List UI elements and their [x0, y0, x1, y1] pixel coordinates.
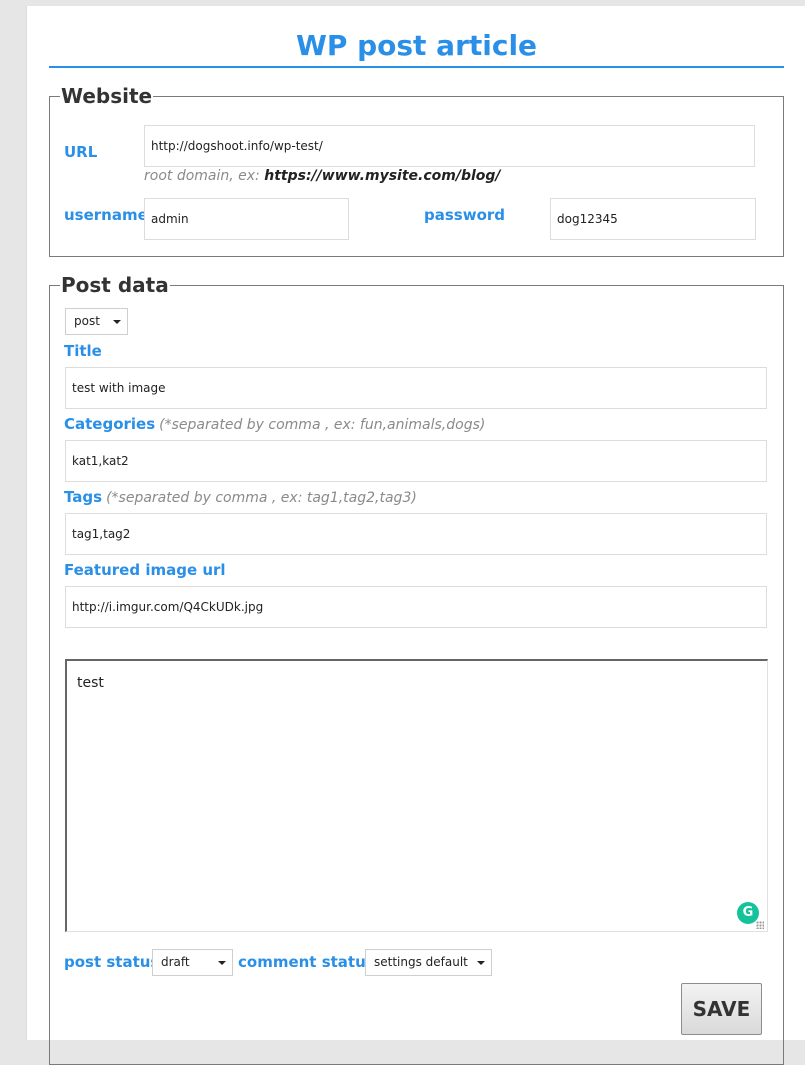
tags-hint: (*separated by comma , ex: tag1,tag2,tag…: [106, 490, 417, 506]
tags-input[interactable]: [65, 513, 767, 555]
post-type-value: post: [74, 314, 100, 328]
tags-label: Tags (*separated by comma , ex: tag1,tag2…: [64, 488, 417, 506]
title-label: Title: [64, 342, 102, 360]
username-input[interactable]: [144, 198, 349, 240]
chevron-down-icon: [218, 961, 226, 965]
url-hint-text: root domain, ex:: [144, 168, 265, 184]
featured-image-input[interactable]: [65, 586, 767, 628]
chevron-down-icon: [113, 320, 121, 324]
save-button[interactable]: SAVE: [681, 983, 762, 1035]
url-label: URL: [64, 143, 98, 161]
url-input[interactable]: [144, 125, 755, 167]
password-input[interactable]: [550, 198, 756, 240]
url-hint: root domain, ex: https://www.mysite.com/…: [144, 168, 501, 184]
featured-image-label: Featured image url: [64, 561, 226, 579]
tags-label-text: Tags: [64, 488, 103, 506]
categories-hint: (*separated by comma , ex: fun,animals,d…: [159, 417, 486, 433]
categories-label-text: Categories: [64, 415, 156, 433]
post-type-select[interactable]: post: [65, 308, 128, 335]
title-input[interactable]: [65, 367, 767, 409]
password-label: password: [424, 206, 506, 224]
chevron-down-icon: [477, 961, 485, 965]
post-data-legend: Post data: [61, 273, 169, 297]
post-status-value: draft: [161, 955, 190, 969]
page-container: WP post article Website URL root domain,…: [26, 6, 805, 1065]
resize-handle[interactable]: [756, 921, 764, 929]
title-divider: [49, 66, 784, 68]
comment-status-value: settings default: [374, 955, 468, 969]
post-status-label: post status: [64, 953, 160, 971]
username-label: username: [64, 206, 148, 224]
content-textarea[interactable]: test: [65, 659, 768, 932]
website-legend: Website: [61, 84, 153, 108]
categories-input[interactable]: [65, 440, 767, 482]
comment-status-select[interactable]: settings default: [365, 949, 492, 976]
comment-status-label: comment status: [238, 953, 375, 971]
url-hint-example: https://www.mysite.com/blog/: [264, 168, 501, 184]
page-title: WP post article: [295, 29, 538, 62]
categories-label: Categories (*separated by comma , ex: fun…: [64, 415, 485, 433]
post-status-select[interactable]: draft: [152, 949, 233, 976]
